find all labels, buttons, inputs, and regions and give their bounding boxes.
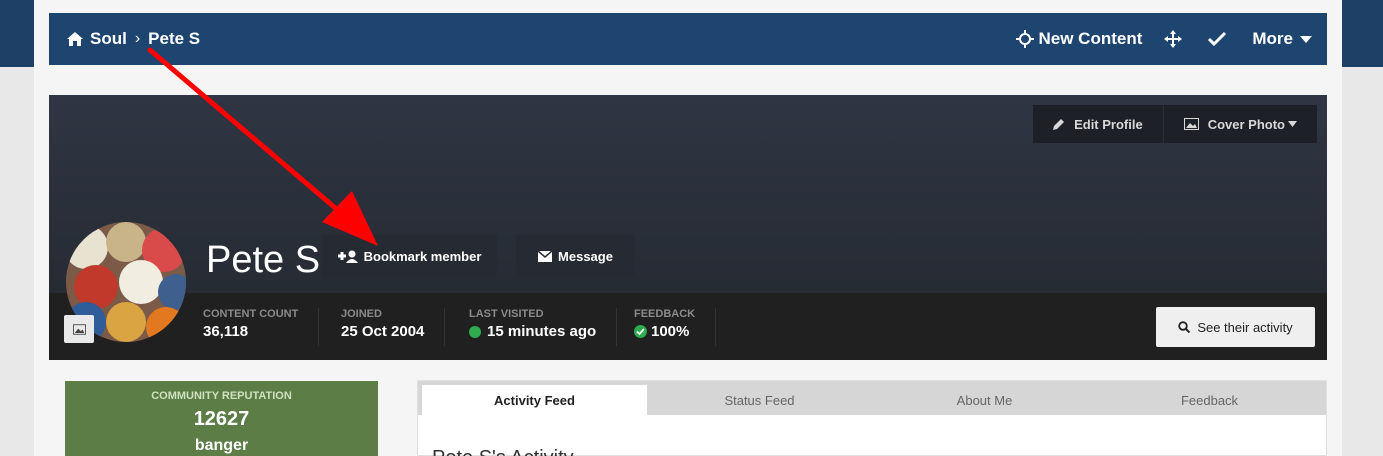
edit-profile-label: Edit Profile xyxy=(1074,116,1143,132)
stat-value: 15 minutes ago xyxy=(487,323,597,340)
breadcrumb: Soul › Pete S xyxy=(67,13,200,65)
stat-content-count: Content Count 36,118 xyxy=(203,308,320,346)
stat-label: Last Visited xyxy=(469,308,544,320)
bookmark-member-label: Bookmark member xyxy=(363,248,482,264)
new-content-label: New Content xyxy=(1038,29,1143,48)
cover-photo-label: Cover Photo xyxy=(1207,116,1285,132)
pencil-icon xyxy=(1053,119,1065,130)
stat-joined: Joined 25 Oct 2004 xyxy=(341,308,446,346)
see-activity-button[interactable]: See their activity xyxy=(1156,307,1315,347)
message-label: Message xyxy=(558,248,613,264)
stat-feedback: Feedback 100% xyxy=(634,308,717,346)
profile-tabs: Activity Feed Status Feed About Me Feedb… xyxy=(418,381,1326,415)
more-label: More xyxy=(1252,29,1293,48)
breadcrumb-home[interactable]: Soul xyxy=(90,29,127,49)
tab-status-feed[interactable]: Status Feed xyxy=(647,385,872,415)
bookmark-member-button[interactable]: Bookmark member xyxy=(322,235,497,277)
cover-photo-button[interactable]: Cover Photo xyxy=(1162,105,1317,143)
reputation-value: 12627 xyxy=(193,408,250,430)
sun-icon xyxy=(1016,30,1035,48)
breadcrumb-current[interactable]: Pete S xyxy=(148,29,200,49)
stat-value: 100% xyxy=(651,323,690,340)
stat-value: 36,118 xyxy=(203,323,249,340)
stat-label: Content Count xyxy=(203,308,299,320)
stat-label: Joined xyxy=(341,308,382,320)
envelope-icon xyxy=(538,250,553,262)
caret-down-icon xyxy=(1300,36,1312,43)
tab-about-me[interactable]: About Me xyxy=(872,385,1097,415)
navbar: Soul › Pete S New Content More xyxy=(49,13,1327,65)
reputation-box: COMMUNITY REPUTATION 12627 banger xyxy=(65,381,378,456)
caret-down-icon xyxy=(1288,121,1297,127)
edit-profile-button[interactable]: Edit Profile xyxy=(1033,105,1163,143)
online-status-icon xyxy=(469,325,481,338)
stat-value: 25 Oct 2004 xyxy=(341,323,425,340)
home-icon[interactable] xyxy=(67,32,83,46)
profile-name: Pete S xyxy=(206,239,321,281)
reputation-label: COMMUNITY REPUTATION xyxy=(151,390,292,402)
tab-feedback[interactable]: Feedback xyxy=(1097,385,1322,415)
user-plus-icon xyxy=(337,250,358,263)
change-photo-button[interactable] xyxy=(64,315,94,343)
check-icon[interactable] xyxy=(1208,31,1230,47)
image-icon xyxy=(1183,118,1199,130)
message-button[interactable]: Message xyxy=(516,235,635,277)
search-icon xyxy=(1178,321,1191,333)
more-menu[interactable]: More xyxy=(1252,29,1313,49)
profile-content: Activity Feed Status Feed About Me Feedb… xyxy=(417,380,1327,456)
tab-activity-feed[interactable]: Activity Feed xyxy=(422,385,647,415)
move-icon[interactable] xyxy=(1164,30,1186,48)
new-content-link[interactable]: New Content xyxy=(1016,29,1142,49)
check-circle-icon xyxy=(634,325,647,338)
feed-title: Pete S's Activity xyxy=(432,447,574,456)
stat-label: Feedback xyxy=(634,308,696,320)
image-icon xyxy=(72,323,86,335)
see-activity-label: See their activity xyxy=(1197,319,1293,335)
chevron-right-icon: › xyxy=(134,30,141,47)
reputation-title: banger xyxy=(194,437,249,454)
stat-last-visited: Last Visited 15 minutes ago xyxy=(469,308,618,346)
